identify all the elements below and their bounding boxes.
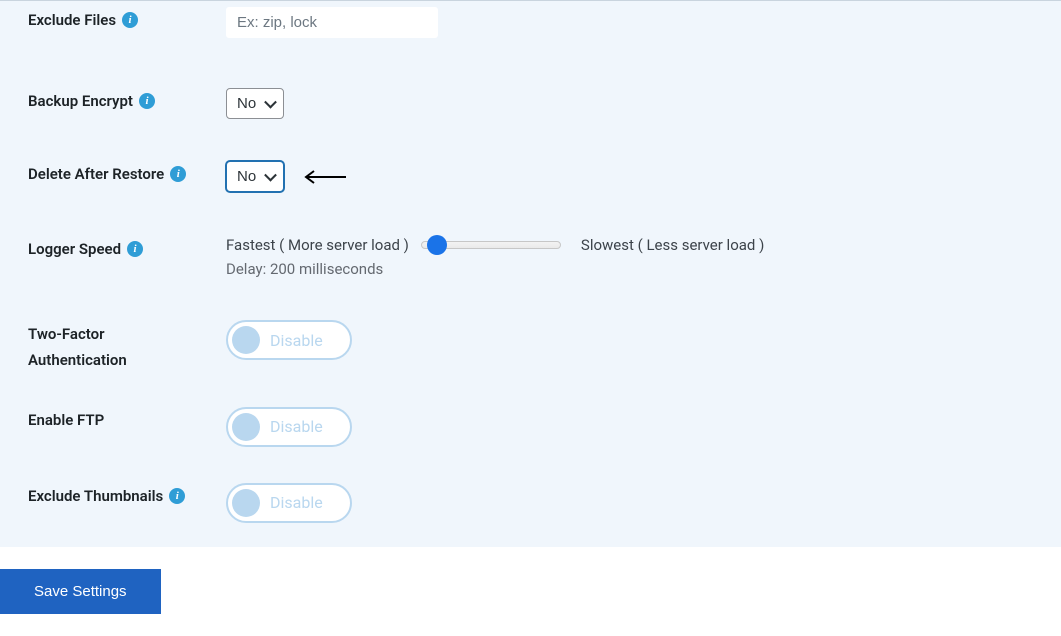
info-icon[interactable]: i	[122, 12, 138, 28]
label-logger-speed: Logger Speed i	[28, 236, 226, 258]
arrow-left-icon	[300, 169, 348, 185]
control-logger-speed: Fastest ( More server load ) Slowest ( L…	[226, 236, 1033, 278]
two-factor-toggle[interactable]: Disable	[226, 320, 352, 360]
info-icon[interactable]: i	[169, 488, 185, 504]
label-text: Logger Speed	[28, 240, 121, 258]
label-text: Delete After Restore	[28, 165, 164, 183]
control-delete-after-restore: No	[226, 161, 1033, 192]
exclude-files-input[interactable]	[226, 7, 438, 38]
control-two-factor: Disable	[226, 320, 1033, 360]
control-exclude-files	[226, 7, 1033, 38]
footer: Save Settings	[0, 547, 1061, 636]
info-icon[interactable]: i	[127, 241, 143, 257]
label-text: Enable FTP	[28, 411, 104, 429]
toggle-knob	[232, 413, 260, 441]
label-text: Backup Encrypt	[28, 92, 133, 110]
info-icon[interactable]: i	[139, 93, 155, 109]
label-text: Exclude Thumbnails	[28, 487, 163, 505]
row-enable-ftp: Enable FTP Disable	[28, 371, 1033, 447]
speed-left-text: Fastest ( More server load )	[226, 236, 409, 254]
toggle-label: Disable	[270, 331, 323, 350]
label-text: Exclude Files	[28, 11, 116, 29]
toggle-knob	[232, 326, 260, 354]
toggle-knob	[232, 489, 260, 517]
select-wrap: No	[226, 161, 284, 192]
row-delete-after-restore: Delete After Restore i No	[28, 119, 1033, 192]
row-logger-speed: Logger Speed i Fastest ( More server loa…	[28, 192, 1033, 278]
label-exclude-files: Exclude Files i	[28, 7, 226, 29]
delay-text: Delay: 200 milliseconds	[226, 260, 1033, 278]
logger-speed-slider[interactable]	[421, 241, 561, 249]
label-text-line1: Two-Factor	[28, 324, 226, 344]
speed-wrap: Fastest ( More server load ) Slowest ( L…	[226, 236, 1033, 278]
speed-right-text: Slowest ( Less server load )	[581, 236, 764, 254]
exclude-thumbnails-toggle[interactable]: Disable	[226, 483, 352, 523]
control-exclude-thumbnails: Disable	[226, 483, 1033, 523]
label-enable-ftp: Enable FTP	[28, 407, 226, 429]
control-enable-ftp: Disable	[226, 407, 1033, 447]
save-settings-button[interactable]: Save Settings	[0, 569, 161, 614]
select-wrap: No	[226, 88, 284, 119]
backup-encrypt-select[interactable]: No	[226, 88, 284, 119]
control-backup-encrypt: No	[226, 88, 1033, 119]
toggle-label: Disable	[270, 493, 323, 512]
delete-after-restore-select[interactable]: No	[226, 161, 284, 192]
toggle-label: Disable	[270, 417, 323, 436]
label-backup-encrypt: Backup Encrypt i	[28, 88, 226, 110]
row-backup-encrypt: Backup Encrypt i No	[28, 38, 1033, 119]
enable-ftp-toggle[interactable]: Disable	[226, 407, 352, 447]
speed-line: Fastest ( More server load ) Slowest ( L…	[226, 236, 1033, 254]
label-two-factor: Two-Factor Authentication	[28, 320, 226, 371]
row-two-factor: Two-Factor Authentication Disable	[28, 278, 1033, 371]
row-exclude-thumbnails: Exclude Thumbnails i Disable	[28, 447, 1033, 523]
row-exclude-files: Exclude Files i	[28, 1, 1033, 38]
label-delete-after-restore: Delete After Restore i	[28, 161, 226, 183]
info-icon[interactable]: i	[170, 166, 186, 182]
label-exclude-thumbnails: Exclude Thumbnails i	[28, 483, 226, 505]
settings-panel: Exclude Files i Backup Encrypt i No Dele…	[0, 0, 1061, 547]
label-text-line2: Authentication	[28, 350, 127, 370]
